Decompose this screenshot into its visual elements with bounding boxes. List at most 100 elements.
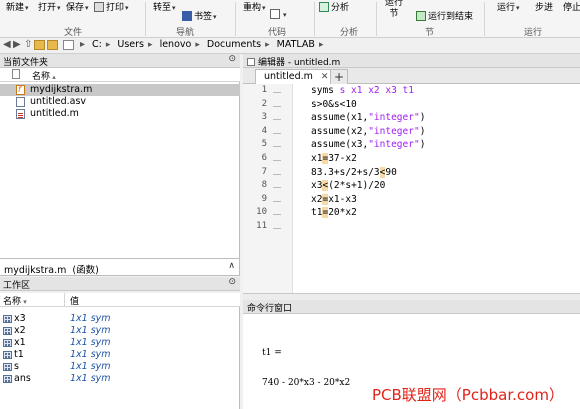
code-token: assume(x1, — [311, 112, 369, 124]
file-row[interactable]: untitled.m — [0, 108, 240, 120]
workspace-row[interactable]: ans 1x1 sym — [0, 373, 240, 385]
refactor-button[interactable]: 重构▾ — [243, 0, 266, 13]
current-folder-header: 当前文件夹 ⊙ — [0, 54, 240, 68]
command-window-title: 命令行窗口 — [247, 304, 293, 314]
folder-icon[interactable] — [47, 40, 58, 50]
code-token: assume(x3, — [311, 139, 369, 151]
stop-button[interactable]: 停止 — [563, 0, 580, 13]
code-editor[interactable]: 1 2 3 4 5 6 7 8 9 10 11 syms s x1 x2 x3 t1 s>0&s<10… — [243, 84, 580, 293]
path-segment[interactable]: Users — [117, 39, 144, 50]
path-segment[interactable]: MATLAB — [277, 39, 315, 50]
variable-name: s — [14, 361, 19, 372]
code-token: "integer" — [368, 112, 420, 124]
workspace-row[interactable]: x3 1x1 sym — [0, 313, 240, 325]
step-button[interactable]: 步进 — [535, 0, 553, 13]
column-divider[interactable] — [64, 293, 65, 307]
panel-actions-icon[interactable]: ⊙ — [228, 54, 236, 64]
forward-arrow-icon[interactable]: ▶ — [13, 39, 21, 52]
file-column-header[interactable]: 名称 ▴ — [0, 68, 240, 82]
panel-splitter[interactable] — [243, 293, 580, 300]
up-folder-icon[interactable]: ⇧ — [24, 39, 32, 52]
path-chevron-icon: ▸ — [318, 40, 324, 50]
editor-icon — [247, 58, 255, 66]
browse-folder-icon[interactable] — [34, 40, 45, 50]
path-chevron-icon[interactable]: ▸ — [80, 39, 85, 52]
bookmark-icon — [182, 11, 192, 21]
variable-icon — [3, 327, 12, 335]
collapse-icon[interactable]: ∧ — [228, 261, 235, 271]
breakpoint-marker[interactable] — [273, 228, 281, 229]
variable-icon — [3, 315, 12, 323]
code-line[interactable]: 83.3+s/2+s/3<90 — [311, 166, 397, 178]
new-button[interactable]: 新建▾ — [6, 0, 29, 13]
details-text: mydijkstra.m (函数) — [4, 265, 99, 276]
details-panel[interactable]: mydijkstra.m (函数) ∧ — [0, 258, 240, 276]
workspace-row[interactable]: t1 1x1 sym — [0, 349, 240, 361]
breakpoint-marker[interactable] — [273, 187, 281, 189]
code-token: ) — [419, 125, 426, 137]
code-token: "integer" — [368, 125, 420, 137]
file-row[interactable]: mydijkstra.m — [0, 84, 240, 96]
group-label-section: 节 — [425, 28, 435, 38]
close-icon[interactable]: ✕ — [321, 72, 329, 82]
panel-actions-icon[interactable]: ⊙ — [228, 277, 236, 287]
line-number: 6 — [261, 153, 267, 163]
run-to-end-button[interactable]: 运行到结束 — [416, 9, 473, 22]
tab-label: untitled.m — [264, 71, 313, 82]
run-section-button[interactable]: 运行 节 — [385, 0, 403, 20]
code-line[interactable]: syms s x1 x2 x3 t1 — [311, 85, 414, 96]
breakpoint-marker[interactable] — [273, 132, 281, 134]
tab-untitled[interactable]: untitled.m ✕ — [255, 69, 338, 84]
indent-button[interactable]: ▾ — [270, 9, 287, 20]
analyze-button[interactable]: 分析 — [319, 0, 349, 13]
breakpoint-marker[interactable] — [273, 146, 281, 148]
column-name[interactable]: 名称 ▾ — [3, 294, 27, 307]
code-line[interactable]: s>0&s<10 — [311, 99, 357, 110]
code-token: x2 — [311, 193, 323, 205]
code-line[interactable]: x2=x1-x3 — [311, 193, 357, 205]
breakpoint-marker[interactable] — [273, 160, 281, 161]
code-line[interactable]: t1=20*x2 — [311, 207, 357, 219]
breakpoint-marker[interactable] — [273, 173, 281, 175]
open-button[interactable]: 打开▾ — [38, 0, 61, 13]
path-breadcrumb[interactable]: C: ▸ Users ▸ lenovo ▸ Documents ▸ MATLAB ▸ — [92, 39, 327, 50]
code-token: "integer" — [368, 139, 420, 151]
path-segment[interactable]: Documents — [207, 39, 261, 50]
workspace-panel: 名称 ▾ 值 x3 1x1 sym x2 1x1 sym x1 1x1 sym … — [0, 293, 240, 409]
breakpoint-marker[interactable] — [273, 214, 281, 216]
line-number: 5 — [261, 139, 267, 150]
code-line[interactable]: assume(x3,"integer") — [311, 139, 425, 150]
code-line[interactable]: x1=37-x2 — [311, 153, 357, 164]
toolstrip: 新建▾ 打开▾ 保存▾ 打印▾ 文件 转至▾ 书签▾ 导航 重构▾ ▾ 代码 分… — [0, 0, 580, 38]
code-line[interactable]: x3<(2*s+1)/20 — [311, 180, 385, 192]
path-chevron-icon: ▸ — [105, 40, 111, 50]
variable-name: t1 — [14, 349, 24, 360]
breakpoint-marker[interactable] — [273, 119, 281, 121]
breakpoint-marker[interactable] — [273, 92, 281, 93]
goto-button[interactable]: 转至▾ — [153, 0, 176, 13]
back-arrow-icon[interactable]: ◀ — [3, 39, 11, 52]
breakpoint-marker[interactable] — [273, 105, 281, 107]
bookmark-button[interactable]: 书签▾ — [182, 9, 217, 22]
code-line[interactable]: assume(x2,"integer") — [311, 126, 425, 137]
file-row[interactable]: untitled.asv — [0, 96, 240, 108]
path-segment[interactable]: lenovo — [160, 39, 192, 50]
variable-icon — [3, 351, 12, 359]
indent-icon — [270, 9, 280, 19]
column-value[interactable]: 值 — [70, 294, 79, 307]
line-number: 9 — [261, 193, 267, 204]
code-line[interactable]: assume(x1,"integer") — [311, 112, 425, 123]
workspace-row[interactable]: s 1x1 sym — [0, 361, 240, 373]
column-name[interactable]: 名称 ▴ — [32, 69, 56, 82]
path-segment[interactable]: C: — [92, 39, 102, 50]
workspace-row[interactable]: x2 1x1 sym — [0, 325, 240, 337]
line-number: 2 — [261, 98, 267, 109]
breakpoint-marker[interactable] — [273, 200, 281, 202]
workspace-row[interactable]: x1 1x1 sym — [0, 337, 240, 349]
command-window-header: 命令行窗口 — [243, 300, 580, 314]
print-button[interactable]: 打印▾ — [94, 0, 129, 13]
new-tab-button[interactable]: + — [330, 69, 348, 84]
run-button[interactable]: 运行▾ — [497, 0, 520, 13]
save-button[interactable]: 保存▾ — [66, 0, 89, 13]
variable-name: ans — [14, 373, 31, 384]
